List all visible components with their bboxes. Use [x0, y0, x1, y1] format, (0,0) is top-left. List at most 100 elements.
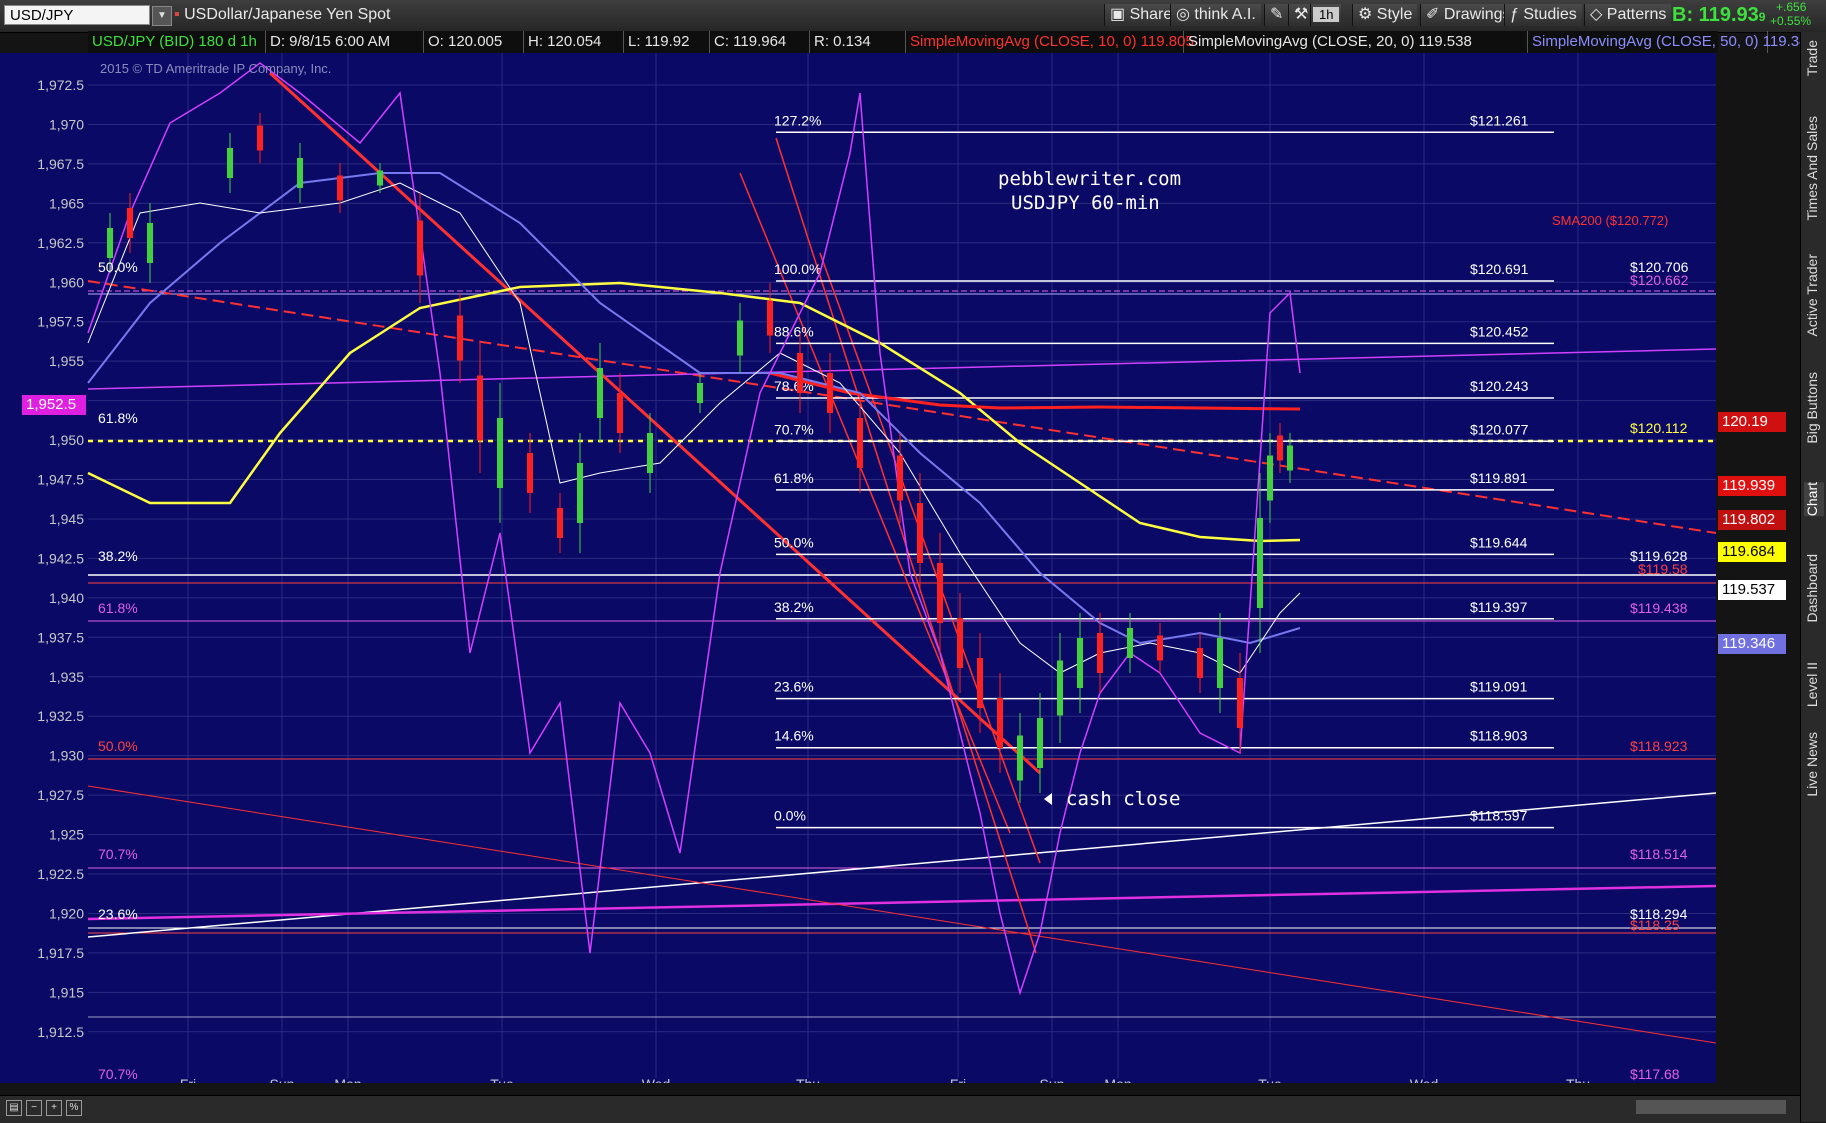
drawing-tool-button[interactable]: ✎: [1264, 4, 1289, 26]
tab-chart[interactable]: Chart: [1804, 482, 1824, 517]
left-axis-tick: 1,937.5: [37, 629, 84, 645]
axis-price-tag: 120.19: [1718, 412, 1786, 432]
fib-price-label: $120.452: [1470, 323, 1529, 339]
candle-body: [1157, 635, 1163, 661]
candle-body: [1197, 648, 1203, 678]
fib-price-label: $119.644: [1470, 534, 1528, 550]
fib-percent-label: 127.2%: [774, 112, 821, 128]
right-price-label: $118.25: [1630, 917, 1680, 933]
style-button[interactable]: ⚙ Style: [1352, 4, 1418, 26]
think-ai-button[interactable]: ◎ think A.I.: [1170, 4, 1261, 26]
candle-body: [1237, 678, 1243, 728]
studies-button[interactable]: ƒ Studies: [1504, 4, 1582, 26]
fib-price-label: $119.091: [1470, 679, 1528, 695]
price-chart[interactable]: 1,972.5 1,970 1,967.5 1,965 1,962.5 1,960 1,95…: [0, 53, 1716, 1083]
left-fib-label: 70.7%: [98, 1066, 138, 1082]
candle-body: [897, 455, 903, 501]
brain-icon: ◎: [1176, 6, 1190, 23]
left-axis-tick: 1,925: [49, 827, 84, 843]
candle-body: [857, 418, 863, 468]
tab-dashboard[interactable]: Dashboard: [1804, 554, 1824, 623]
info-sma50: SimpleMovingAvg (CLOSE, 50, 0) 119.346: [1528, 31, 1816, 53]
symbol-input[interactable]: USD/JPY: [4, 5, 150, 25]
candle-body: [647, 433, 653, 473]
pencil-icon: ✎: [1270, 6, 1284, 23]
left-axis-tick: 1,950: [49, 432, 84, 448]
candle-body: [477, 375, 483, 441]
side-tabs: Trade Times And Sales Active Trader Big …: [1800, 32, 1826, 1122]
patterns-button[interactable]: ◇ Patterns: [1584, 4, 1672, 26]
tab-trade[interactable]: Trade: [1804, 40, 1824, 76]
left-axis-tick: 1,920: [49, 905, 84, 921]
info-sma10: SimpleMovingAvg (CLOSE, 10, 0) 119.805: [906, 31, 1194, 53]
axis-price-tag: 119.537: [1718, 580, 1786, 600]
info-open: O: 120.005: [424, 31, 524, 53]
drag-icon[interactable]: ▤: [6, 1100, 22, 1116]
left-axis-tick: 1,922.5: [37, 866, 84, 882]
drawings-icon: ✐: [1426, 6, 1440, 23]
left-axis-tick: 1,955: [49, 353, 84, 369]
symbol-dropdown-button[interactable]: ▼: [152, 6, 172, 26]
time-axis-label: Mon: [1104, 1076, 1131, 1083]
right-price-label: $120.662: [1630, 272, 1689, 288]
time-axis-label: Thu: [796, 1076, 820, 1083]
timeframe-button[interactable]: 1h: [1310, 4, 1342, 26]
candle-body: [767, 300, 773, 336]
drawings-button[interactable]: ✐ Drawings: [1420, 4, 1516, 26]
right-price-label: $118.514: [1630, 846, 1688, 862]
horizontal-scrollbar[interactable]: [1636, 1100, 1786, 1114]
candle-body: [1057, 660, 1063, 716]
tab-level-ii[interactable]: Level II: [1804, 662, 1824, 707]
patterns-icon: ◇: [1590, 6, 1603, 23]
wrench-icon: ⚒: [1294, 6, 1309, 23]
left-axis-tick: 1,940: [49, 590, 84, 606]
axis-price-tag: 119.346: [1718, 634, 1786, 654]
left-fib-label: 50.0%: [98, 738, 138, 754]
candle-body: [797, 353, 803, 393]
tab-live-news[interactable]: Live News: [1804, 732, 1824, 797]
candle-body: [1257, 518, 1263, 608]
fib-percent-label: 70.7%: [774, 421, 814, 437]
fib-percent-label: 14.6%: [774, 728, 814, 744]
axis-price-tag: 119.802: [1718, 510, 1786, 530]
candle-body: [957, 618, 963, 668]
left-axis-tick: 1,927.5: [37, 787, 84, 803]
candle-body: [107, 228, 113, 258]
candle-body: [1017, 735, 1023, 781]
time-axis-label: Wed: [642, 1076, 671, 1083]
left-fib-label: 61.8%: [98, 410, 138, 426]
axis-price-tag: 119.939: [1718, 476, 1786, 496]
chevron-down-icon: ▼: [157, 10, 167, 21]
fib-percent-label: 100.0%: [774, 261, 821, 277]
zoom-out-icon[interactable]: −: [26, 1100, 42, 1116]
candle-body: [337, 175, 343, 201]
left-axis-tick: 1,912.5: [37, 1024, 84, 1040]
candle-body: [1277, 435, 1283, 461]
annotation-site: pebblewriter.com: [998, 168, 1181, 190]
tab-big-buttons[interactable]: Big Buttons: [1804, 372, 1824, 444]
top-toolbar: USD/JPY ▼ ▪ USDollar/Japanese Yen Spot ▣…: [0, 0, 1826, 33]
right-price-label: $117.68: [1630, 1066, 1680, 1082]
candle-body: [147, 223, 153, 263]
style-icon: ⚙: [1358, 6, 1373, 23]
info-date: D: 9/8/15 6:00 AM: [266, 31, 424, 53]
tab-active-trader[interactable]: Active Trader: [1804, 254, 1824, 336]
share-icon: ▣: [1110, 6, 1126, 23]
share-button[interactable]: ▣ Share: [1104, 4, 1178, 26]
fib-price-label: $118.597: [1470, 808, 1528, 824]
candle-body: [997, 698, 1003, 748]
zoom-in-icon[interactable]: +: [46, 1100, 62, 1116]
tab-times-and-sales[interactable]: Times And Sales: [1804, 116, 1824, 221]
time-axis-label: Fri: [180, 1076, 196, 1083]
time-axis-label: Sun: [270, 1076, 295, 1083]
candle-body: [827, 373, 833, 413]
symbol-description: ▪ USDollar/Japanese Yen Spot: [174, 6, 391, 23]
fib-price-label: $121.261: [1470, 112, 1529, 128]
left-fib-label: 70.7%: [98, 846, 138, 862]
percent-icon[interactable]: %: [66, 1100, 82, 1116]
left-axis-tick: 1,965: [49, 195, 84, 211]
info-range: R: 0.134: [810, 31, 906, 53]
time-axis-label: Tue: [1258, 1076, 1282, 1083]
left-fib-label: 50.0%: [98, 259, 138, 275]
fib-percent-label: 61.8%: [774, 470, 814, 486]
